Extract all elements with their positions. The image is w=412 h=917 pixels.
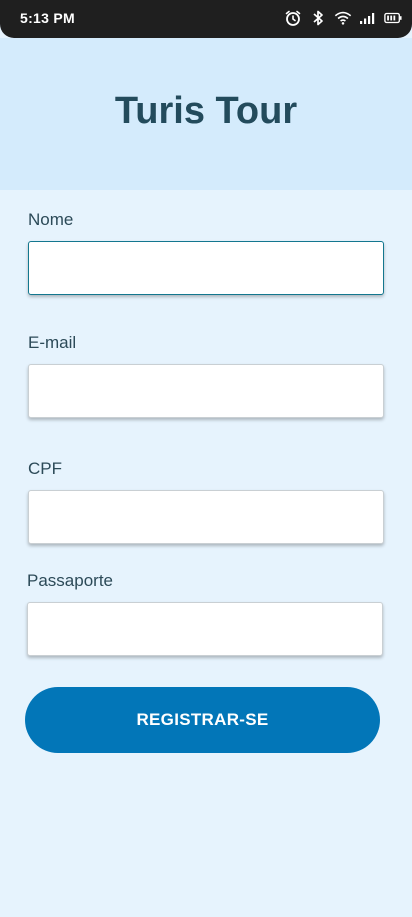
nome-input[interactable] [28,241,384,295]
email-label: E-mail [28,333,77,352]
cpf-input[interactable] [28,490,384,544]
status-icons [284,9,402,27]
battery-icon [384,9,402,27]
status-time: 5:13 PM [20,10,76,26]
wifi-icon [334,9,352,27]
bluetooth-icon [309,9,327,27]
alarm-icon [284,9,302,27]
signal-icon [359,9,377,27]
passaporte-label: Passaporte [27,571,113,590]
passaporte-input[interactable] [27,602,383,656]
app-header: Turis Tour [0,38,412,190]
status-bar: 5:13 PM [0,0,412,38]
email-input[interactable] [28,364,384,418]
nome-label: Nome [28,210,74,229]
register-button[interactable]: REGISTRAR-SE [25,687,380,753]
cpf-label: CPF [28,459,62,478]
app-title: Turis Tour [114,90,298,132]
